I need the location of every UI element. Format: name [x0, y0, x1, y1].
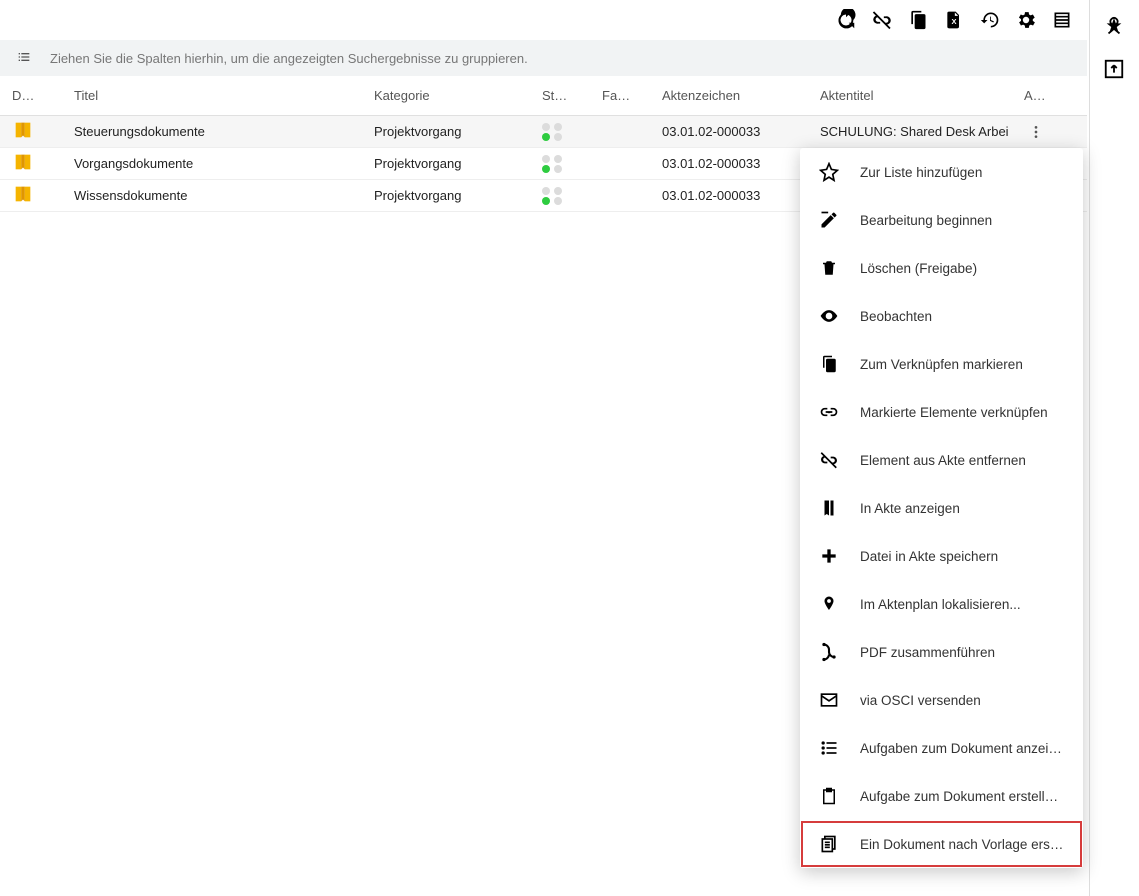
cell-titel: Wissensdokumente: [60, 188, 374, 203]
toolbar: X: [0, 0, 1087, 40]
unlink-icon: [818, 449, 840, 471]
menu-label: Markierte Elemente verknüpfen: [860, 405, 1048, 420]
link-icon: [818, 401, 840, 423]
menu-label: Datei in Akte speichern: [860, 549, 998, 564]
menu-save-file[interactable]: Datei in Akte speichern: [800, 532, 1083, 580]
menu-label: Aufgaben zum Dokument anzei…: [860, 741, 1062, 756]
list-button[interactable]: [1047, 5, 1077, 35]
cell-aktenzeichen: 03.01.02-000033: [662, 188, 816, 203]
menu-label: Im Aktenplan lokalisieren...: [860, 597, 1021, 612]
context-menu: Zur Liste hinzufügen Bearbeitung beginne…: [800, 148, 1083, 868]
col-header-kategorie[interactable]: Kategorie: [374, 88, 542, 103]
unlink-icon: [871, 9, 893, 31]
rail-upload-button[interactable]: [1090, 48, 1138, 90]
gear-icon: [1015, 9, 1037, 31]
folder-icon: [12, 183, 34, 205]
menu-label: Ein Dokument nach Vorlage ers…: [860, 837, 1063, 852]
cell-titel: Steuerungsdokumente: [60, 124, 374, 139]
table-header-row: D… Titel Kategorie St… Fa… Aktenzeichen …: [0, 76, 1087, 116]
menu-label: Löschen (Freigabe): [860, 261, 977, 276]
template-icon: [818, 833, 840, 855]
menu-locate[interactable]: Im Aktenplan lokalisieren...: [800, 580, 1083, 628]
merge-icon: [818, 641, 840, 663]
upload-icon: [1103, 58, 1125, 80]
pin-icon: [818, 593, 840, 615]
menu-watch[interactable]: Beobachten: [800, 292, 1083, 340]
cell-kategorie: Projektvorgang: [374, 156, 542, 171]
mail-icon: [818, 689, 840, 711]
pdf-icon: [1103, 16, 1125, 38]
menu-create-task[interactable]: Aufgabe zum Dokument erstell…: [800, 772, 1083, 820]
col-header-titel[interactable]: Titel: [60, 88, 374, 103]
list-icon: [1052, 10, 1072, 30]
plus-icon: [818, 545, 840, 567]
col-header-st[interactable]: St…: [542, 88, 602, 103]
menu-label: Aufgabe zum Dokument erstell…: [860, 789, 1058, 804]
grouping-icon: [16, 49, 32, 68]
star-icon: [818, 161, 840, 183]
menu-mark-link[interactable]: Zum Verknüpfen markieren: [800, 340, 1083, 388]
status-indicator: [542, 123, 602, 141]
menu-label: Beobachten: [860, 309, 932, 324]
status-indicator: [542, 187, 602, 205]
menu-edit-start[interactable]: Bearbeitung beginnen: [800, 196, 1083, 244]
rail-pdf-button[interactable]: [1090, 6, 1138, 48]
cell-titel: Vorgangsdokumente: [60, 156, 374, 171]
table-row[interactable]: Steuerungsdokumente Projektvorgang 03.01…: [0, 116, 1087, 148]
edit-icon: [818, 209, 840, 231]
clipboard-button[interactable]: [903, 5, 933, 35]
menu-label: PDF zusammenführen: [860, 645, 995, 660]
cell-kategorie: Projektvorgang: [374, 124, 542, 139]
task-list-icon: [818, 737, 840, 759]
clipboard-icon: [908, 10, 928, 30]
menu-remove-from-file[interactable]: Element aus Akte entfernen: [800, 436, 1083, 484]
kebab-icon: [1028, 124, 1044, 140]
menu-label: Bearbeitung beginnen: [860, 213, 992, 228]
file-x-button[interactable]: X: [939, 5, 969, 35]
cell-aktentitel: SCHULUNG: Shared Desk Arbei: [816, 124, 1016, 139]
cell-aktenzeichen: 03.01.02-000033: [662, 124, 816, 139]
cell-kategorie: Projektvorgang: [374, 188, 542, 203]
row-actions-button[interactable]: [1024, 120, 1048, 144]
book-icon: [818, 497, 840, 519]
eye-icon: [818, 305, 840, 327]
svg-text:X: X: [951, 17, 956, 26]
menu-label: In Akte anzeigen: [860, 501, 960, 516]
menu-label: via OSCI versenden: [860, 693, 981, 708]
menu-merge-pdf[interactable]: PDF zusammenführen: [800, 628, 1083, 676]
menu-label: Zum Verknüpfen markieren: [860, 357, 1023, 372]
unlink-button[interactable]: [867, 5, 897, 35]
grouping-hint-text: Ziehen Sie die Spalten hierhin, um die a…: [50, 51, 528, 66]
menu-show-tasks[interactable]: Aufgaben zum Dokument anzei…: [800, 724, 1083, 772]
clipboard-task-icon: [818, 785, 840, 807]
settings-button[interactable]: [1011, 5, 1041, 35]
refresh-button[interactable]: [831, 5, 861, 35]
folder-icon: [12, 119, 34, 141]
col-header-aktentitel[interactable]: Aktentitel: [816, 88, 1016, 103]
refresh-icon: [835, 9, 857, 31]
menu-show-in-file[interactable]: In Akte anzeigen: [800, 484, 1083, 532]
col-header-aktenzeichen[interactable]: Aktenzeichen: [662, 88, 816, 103]
folder-icon: [12, 151, 34, 173]
menu-create-from-template[interactable]: Ein Dokument nach Vorlage ers…: [800, 820, 1083, 868]
history-icon: [980, 10, 1000, 30]
cell-aktenzeichen: 03.01.02-000033: [662, 156, 816, 171]
clipboard-icon: [818, 353, 840, 375]
grouping-bar[interactable]: Ziehen Sie die Spalten hierhin, um die a…: [0, 40, 1087, 76]
menu-link-marked[interactable]: Markierte Elemente verknüpfen: [800, 388, 1083, 436]
col-header-a[interactable]: A…: [1016, 88, 1068, 103]
col-header-d[interactable]: D…: [0, 88, 60, 103]
history-button[interactable]: [975, 5, 1005, 35]
right-rail: [1089, 0, 1139, 896]
menu-label: Element aus Akte entfernen: [860, 453, 1026, 468]
status-indicator: [542, 155, 602, 173]
file-x-icon: X: [944, 10, 964, 30]
menu-label: Zur Liste hinzufügen: [860, 165, 982, 180]
menu-add-to-list[interactable]: Zur Liste hinzufügen: [800, 148, 1083, 196]
menu-send-osci[interactable]: via OSCI versenden: [800, 676, 1083, 724]
menu-delete[interactable]: Löschen (Freigabe): [800, 244, 1083, 292]
col-header-fa[interactable]: Fa…: [602, 88, 662, 103]
trash-icon: [818, 257, 840, 279]
